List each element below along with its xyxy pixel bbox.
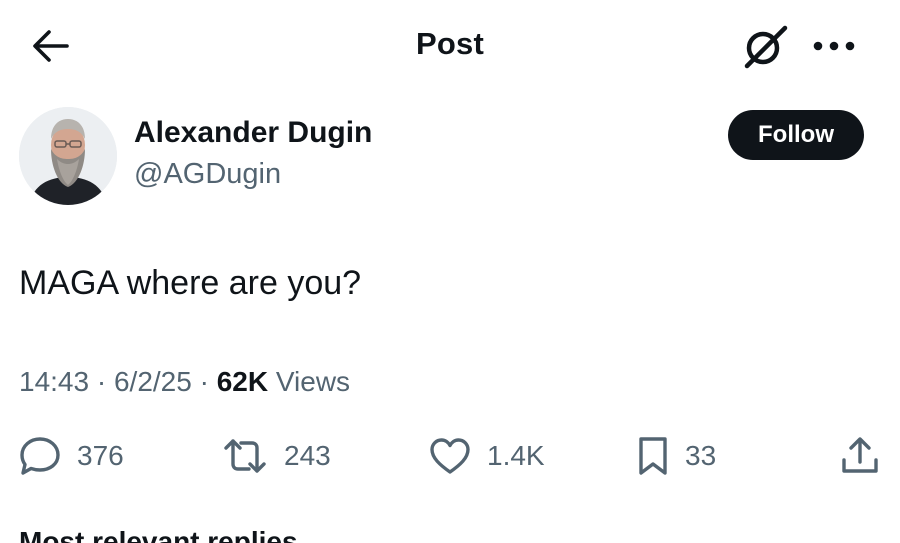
grok-button[interactable]: [740, 22, 790, 70]
reply-count: 376: [77, 440, 124, 471]
post-date[interactable]: 6/2/25: [114, 366, 192, 397]
reply-bubble-icon: [20, 437, 60, 475]
replies-sort-dropdown[interactable]: Most relevant replies ⌄: [19, 526, 322, 543]
post-meta: 14:43 · 6/2/25 · 62K Views: [19, 366, 350, 398]
like-button[interactable]: 1.4K: [429, 434, 545, 478]
follow-button[interactable]: Follow: [728, 110, 864, 160]
author-name[interactable]: Alexander Dugin: [134, 116, 372, 150]
bookmark-count: 33: [685, 440, 717, 471]
chevron-down-icon: ⌄: [304, 531, 322, 543]
bookmark-button[interactable]: 33: [637, 434, 716, 478]
repost-button[interactable]: 243: [222, 434, 331, 478]
grok-icon: [744, 25, 788, 69]
more-horizontal-icon: [813, 41, 855, 51]
reply-button[interactable]: 376: [19, 434, 124, 478]
author-handle[interactable]: @AGDugin: [134, 158, 281, 191]
avatar-portrait-image: [19, 107, 117, 205]
views-count: 62K: [216, 366, 269, 397]
avatar[interactable]: [19, 107, 117, 205]
repost-icon: [224, 439, 266, 473]
more-options-button[interactable]: [808, 26, 860, 66]
share-upload-icon: [842, 437, 878, 473]
meta-separator: ·: [96, 366, 107, 397]
views-label: Views: [275, 366, 351, 397]
like-count: 1.4K: [487, 440, 545, 471]
post-text: MAGA where are you?: [19, 264, 362, 302]
heart-icon: [430, 438, 470, 474]
repost-count: 243: [284, 440, 331, 471]
meta-separator: ·: [199, 366, 209, 397]
post-page: Post Alexander Dugin @AGDugin Follow MAG…: [0, 0, 900, 543]
post-time[interactable]: 14:43: [19, 366, 89, 397]
bookmark-icon: [639, 437, 667, 475]
top-header: Post: [0, 0, 900, 92]
replies-sort-label: Most relevant replies: [19, 526, 298, 543]
share-button[interactable]: [840, 434, 880, 478]
